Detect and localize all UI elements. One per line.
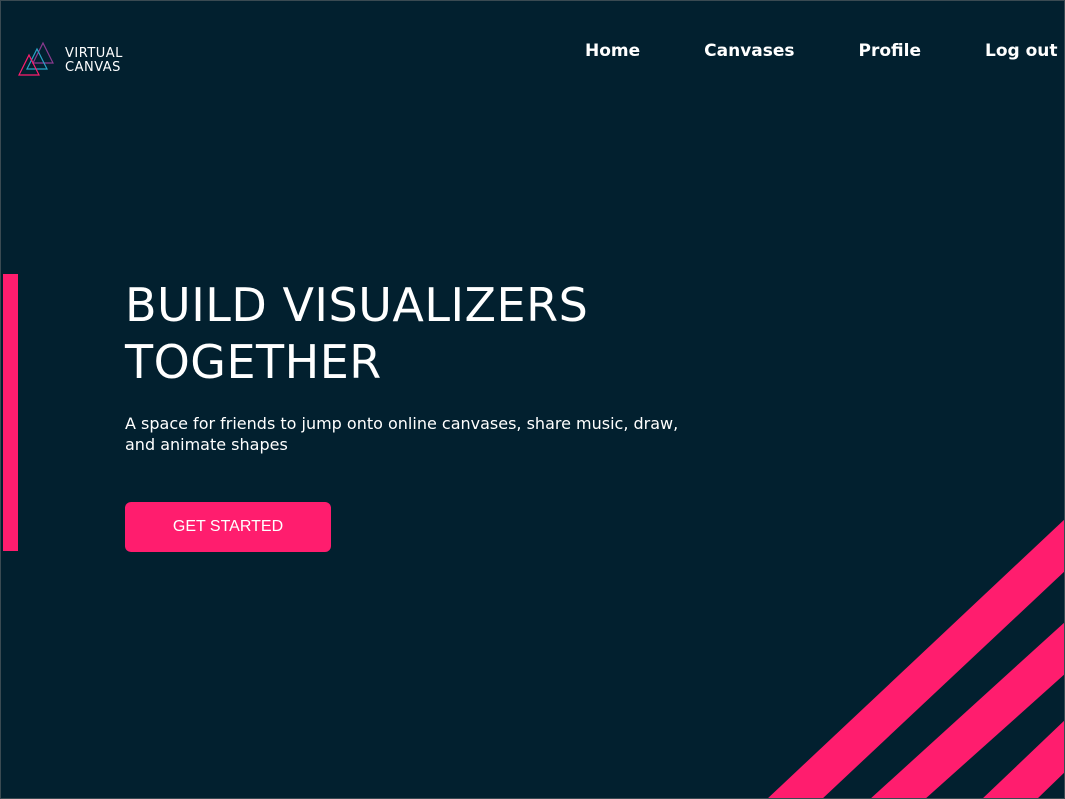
page-frame: VIRTUAL CANVAS Home Canvases Profile Log…	[0, 0, 1065, 799]
hero-title-line1: BUILD VISUALIZERS	[125, 278, 589, 332]
nav-canvases-link[interactable]: Canvases	[704, 41, 794, 61]
stripe-2	[871, 622, 1064, 798]
hero-title: BUILD VISUALIZERS TOGETHER	[125, 277, 588, 391]
triangles-logo-icon	[18, 41, 54, 76]
brand-name-line1: VIRTUAL	[65, 46, 123, 61]
nav-logout-link[interactable]: Log out	[985, 41, 1058, 61]
stripe-1	[768, 519, 1064, 798]
get-started-button[interactable]: GET STARTED	[125, 502, 331, 552]
brand-name-line2: CANVAS	[65, 60, 121, 75]
decorative-stripes	[768, 519, 1064, 798]
nav-home-link[interactable]: Home	[585, 41, 640, 61]
nav-profile-link[interactable]: Profile	[859, 41, 921, 61]
stripe-3	[983, 720, 1064, 798]
hero-subtitle: A space for friends to jump onto online …	[125, 414, 679, 454]
left-accent-bar	[3, 274, 18, 551]
main-nav: Home Canvases Profile Log out	[585, 41, 1058, 61]
hero-title-line2: TOGETHER	[125, 335, 382, 389]
brand-name: VIRTUAL CANVAS	[65, 47, 123, 75]
brand-logo[interactable]: VIRTUAL CANVAS	[17, 41, 137, 77]
